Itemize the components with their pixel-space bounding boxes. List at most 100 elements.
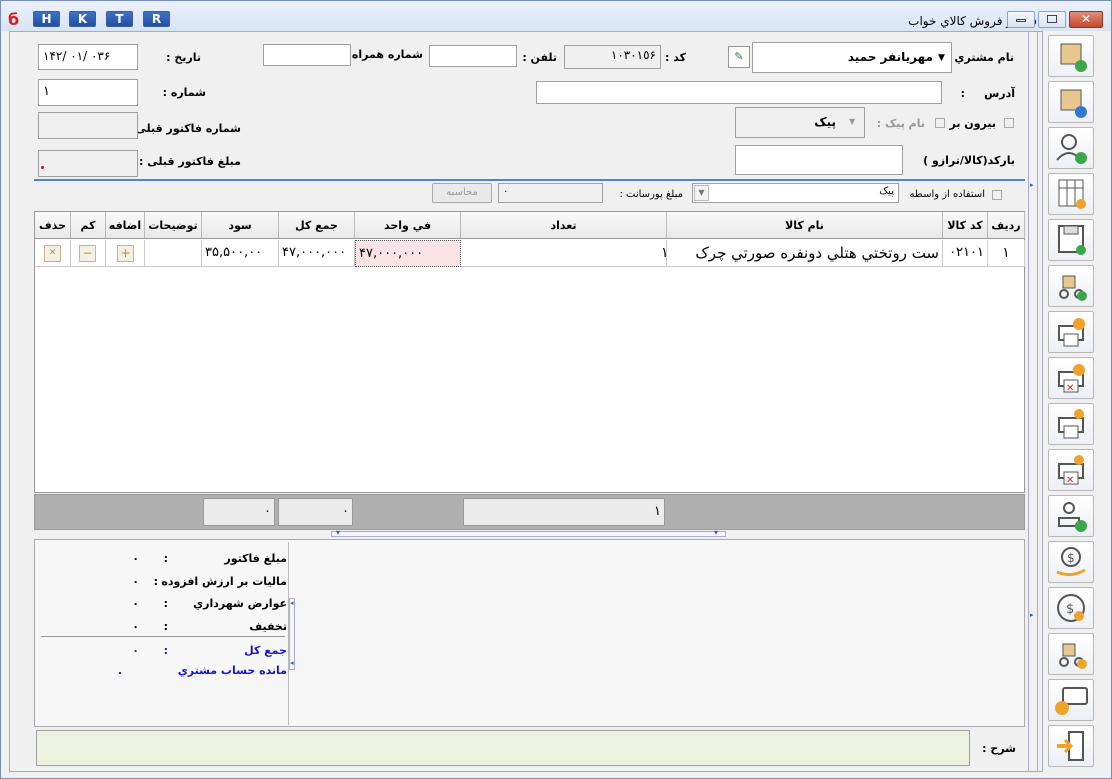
splitter-arrow-icon: ◂	[290, 659, 294, 667]
chevron-down-icon[interactable]: ▼	[938, 53, 945, 63]
svg-text:✕: ✕	[1066, 383, 1074, 394]
cell-description[interactable]	[145, 240, 202, 267]
splitter-arrow-icon: ▸	[1030, 181, 1034, 189]
col-profit: سود	[202, 212, 279, 239]
print-cancel-button[interactable]: ✕	[1048, 357, 1094, 399]
number-label: شماره :	[162, 86, 206, 99]
delivery-button[interactable]	[1048, 633, 1094, 675]
footer-splitter[interactable]: ▾ ▾	[331, 528, 726, 537]
col-add: اضافه	[106, 212, 145, 239]
user-add-icon	[1056, 134, 1087, 164]
phone-label: تلفن :	[522, 51, 557, 64]
mobile-field[interactable]	[263, 44, 351, 66]
date-field[interactable]: ١۴٠٣ /٠١ /٢۶	[38, 44, 138, 70]
minus-button[interactable]: −	[79, 245, 96, 262]
col-row: رديف	[988, 212, 1025, 239]
number-field[interactable]: ١	[38, 79, 138, 106]
cell-total[interactable]: ۴٧,٠٠٠,٠٠٠	[279, 240, 355, 267]
approve-button[interactable]	[1048, 495, 1094, 537]
k-button[interactable]: K	[69, 11, 96, 27]
commission-field[interactable]: ٠	[498, 183, 603, 203]
maximize-button[interactable]	[1038, 11, 1066, 28]
add-customer-button[interactable]	[1048, 127, 1094, 169]
outside-checkbox[interactable]	[1004, 116, 1014, 129]
prev-invoice-number-field[interactable]	[38, 112, 138, 139]
cell-profit[interactable]: ٣۵,۵٠٠,٠٠	[202, 240, 279, 267]
address-field[interactable]	[536, 81, 942, 104]
totals-panel: مبلغ فاكتور : ٠ ماليات بر ارزش افزوده : …	[34, 539, 1025, 727]
delivery-view-icon	[1059, 275, 1087, 301]
cell-name[interactable]: ست روتختي هتلي دونفره صورتي چرک	[667, 240, 943, 267]
notes-label: شرح :	[982, 742, 1016, 755]
courier-name-label: نام پيک :	[876, 117, 925, 130]
customer-label: نام مشتري :	[946, 51, 1014, 64]
right-splitter[interactable]: ▸ ▸	[1028, 31, 1038, 772]
plus-button[interactable]: +	[117, 245, 134, 262]
cell-minus: −	[71, 240, 106, 267]
cell-row[interactable]: ١	[988, 240, 1025, 267]
svg-text:✕: ✕	[1066, 475, 1074, 486]
minimize-button[interactable]	[1007, 11, 1035, 28]
commission-label: مبلغ پورسانت :	[619, 189, 683, 200]
print-money2-button[interactable]	[1048, 403, 1094, 445]
customer-balance-value: .	[117, 664, 122, 677]
edit-customer-button[interactable]: ✎	[728, 46, 750, 68]
chevron-down-icon[interactable]: ▼	[694, 185, 709, 201]
courier-checkbox[interactable]	[935, 116, 945, 129]
courier-select[interactable]: پيک	[735, 107, 865, 138]
colon: :	[163, 552, 168, 565]
printer-cancel-icon: ✕	[1058, 364, 1085, 394]
exit-icon	[1057, 731, 1084, 761]
cell-qty[interactable]: ١	[461, 240, 667, 267]
save-preview-button[interactable]	[1048, 219, 1094, 261]
svg-text:$: $	[1067, 551, 1075, 565]
delivery-preview-button[interactable]	[1048, 265, 1094, 307]
print-cancel2-button[interactable]: ✕	[1048, 449, 1094, 491]
calculate-button[interactable]: محاسبه	[432, 183, 492, 203]
agent-select[interactable]: پيک	[692, 183, 899, 203]
phone-field[interactable]	[429, 45, 517, 67]
pencil-icon: ✎	[734, 50, 744, 63]
delete-button[interactable]: ✕	[44, 245, 61, 262]
barcode-label: بارکد(کالا/ترازو )	[923, 154, 1015, 167]
discount-value: ٠	[132, 620, 139, 633]
close-button[interactable]: ✕	[1069, 11, 1103, 28]
add-product-button[interactable]	[1048, 35, 1094, 77]
table-button[interactable]	[1048, 173, 1094, 215]
notes-field[interactable]	[36, 730, 970, 766]
chevron-down-icon[interactable]: ▼	[849, 117, 855, 126]
cancel-payment-button[interactable]: $	[1048, 587, 1094, 629]
box-edit-icon	[1060, 89, 1087, 118]
date-label: تاريخ :	[166, 51, 201, 64]
prev-invoice-amount-field[interactable]	[38, 150, 138, 177]
colon: :	[153, 575, 158, 588]
payment-button[interactable]: $	[1048, 541, 1094, 583]
print-money-button[interactable]	[1048, 311, 1094, 353]
vat-value: ٠	[132, 575, 139, 588]
municipal-label: عوارض شهرداري	[193, 597, 287, 610]
summary-total: ٠	[278, 498, 353, 526]
barcode-field[interactable]	[735, 145, 903, 175]
totals-box: مبلغ فاكتور : ٠ ماليات بر ارزش افزوده : …	[37, 542, 289, 725]
app-logo-icon: б	[8, 10, 20, 29]
edit-product-button[interactable]	[1048, 81, 1094, 123]
totals-splitter[interactable]: ◂ ◂	[289, 598, 295, 670]
exit-button[interactable]	[1048, 725, 1094, 767]
col-total: جمع كل	[279, 212, 355, 239]
cell-unit-price[interactable]: ۴٧,٠٠٠,٠٠٠	[355, 240, 461, 267]
code-label: كد :	[665, 51, 686, 64]
col-description: توضيحات	[145, 212, 202, 239]
customer-select[interactable]: مهريانفر حميد	[752, 42, 952, 73]
save-view-icon	[1058, 225, 1086, 255]
use-agent-checkbox[interactable]	[992, 188, 1002, 201]
h-button[interactable]: H	[33, 11, 60, 27]
qty-value: ١	[661, 245, 666, 261]
t-button[interactable]: T	[106, 11, 133, 27]
cell-code[interactable]: ٠٢١٠١	[943, 240, 988, 267]
send-message-button[interactable]	[1048, 679, 1094, 721]
r-button[interactable]: R	[143, 11, 170, 27]
code-field[interactable]: ١٠٣٠١٥۶	[564, 45, 661, 69]
invoice-amount-value: ٠	[132, 552, 139, 565]
col-delete: حذف	[35, 212, 71, 239]
summary-profit: ٠	[203, 498, 275, 526]
